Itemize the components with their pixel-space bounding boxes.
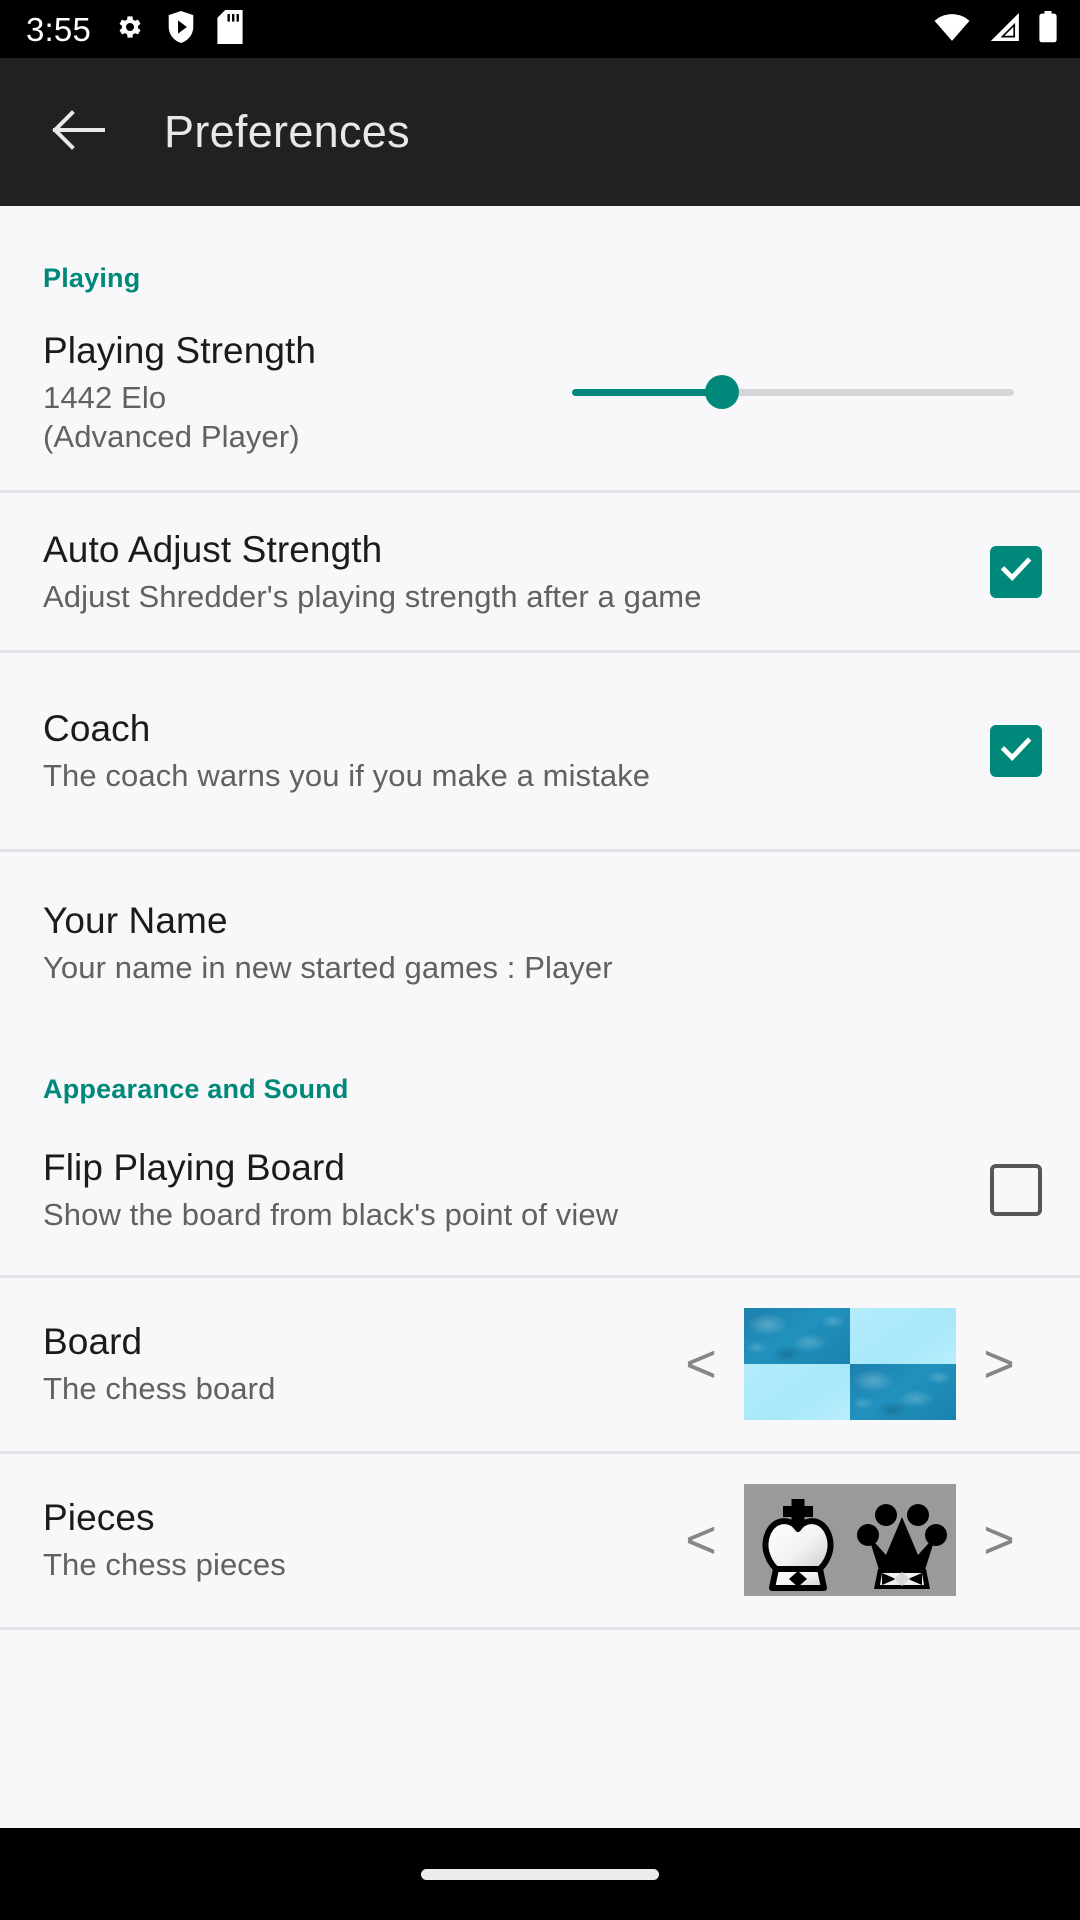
row-pieces[interactable]: Pieces The chess pieces < > <box>0 1454 1080 1627</box>
row-playing-strength[interactable]: Playing Strength 1442 Elo (Advanced Play… <box>0 294 1080 490</box>
wifi-icon <box>934 12 970 47</box>
slider-track[interactable] <box>572 375 1014 409</box>
board-next-button[interactable]: > <box>956 1321 1042 1407</box>
playing-strength-slider[interactable] <box>572 332 1042 452</box>
pieces-preview-swatch[interactable] <box>744 1484 956 1597</box>
board-square-light <box>850 1308 956 1365</box>
check-icon <box>997 730 1035 773</box>
board-picker: < > <box>658 1308 1042 1421</box>
shield-play-icon <box>167 10 195 48</box>
board-square-light <box>744 1364 850 1421</box>
board-preview-swatch[interactable] <box>744 1308 956 1421</box>
battery-icon <box>1038 10 1058 48</box>
checkbox-auto-adjust-strength[interactable] <box>990 545 1042 598</box>
row-your-name[interactable]: Your Name Your name in new started games… <box>0 852 1080 1014</box>
slider-fill <box>572 388 723 396</box>
row-coach[interactable]: Coach The coach warns you if you make a … <box>0 653 1080 849</box>
row-board-texts: Board The chess board <box>43 1293 658 1435</box>
cellular-signal-icon <box>987 12 1021 47</box>
board-square-dark <box>744 1308 850 1365</box>
row-board[interactable]: Board The chess board < > <box>0 1278 1080 1451</box>
app-bar: Preferences <box>0 58 1080 206</box>
pieces-next-button[interactable]: > <box>956 1497 1042 1583</box>
row-flip-playing-board[interactable]: Flip Playing Board Show the board from b… <box>0 1105 1080 1275</box>
pieces-previous-button[interactable]: < <box>658 1497 744 1583</box>
status-bar-clock: 3:55 <box>26 10 92 48</box>
row-subtitle: The chess board <box>43 1371 276 1407</box>
row-subtitle: Adjust Shredder's playing strength after… <box>43 578 702 614</box>
checkbox-flip-playing-board[interactable] <box>990 1163 1042 1216</box>
app-screen: 3:55 Preferences Playing Playing Strengt… <box>0 0 1080 1920</box>
row-subtitle: Show the board from black's point of vie… <box>43 1196 619 1232</box>
row-title: Pieces <box>43 1497 155 1539</box>
row-title: Board <box>43 1321 143 1363</box>
row-title: Flip Playing Board <box>43 1146 346 1188</box>
pieces-picker: < > <box>658 1484 1042 1597</box>
white-king-icon <box>748 1491 848 1596</box>
divider <box>0 1626 1080 1630</box>
row-auto-adjust-strength[interactable]: Auto Adjust Strength Adjust Shredder's p… <box>0 493 1080 650</box>
gear-icon <box>115 12 145 47</box>
row-flip-playing-board-texts: Flip Playing Board Show the board from b… <box>43 1119 962 1261</box>
status-bar-notification-icons <box>115 9 243 49</box>
sd-card-icon <box>217 9 243 49</box>
row-subtitle: The chess pieces <box>43 1547 286 1583</box>
system-navigation-bar <box>0 1828 1080 1920</box>
row-title: Coach <box>43 708 151 750</box>
row-playing-strength-texts: Playing Strength 1442 Elo (Advanced Play… <box>43 302 572 482</box>
slider-thumb[interactable] <box>705 375 740 409</box>
status-bar-system-icons <box>934 10 1058 48</box>
row-your-name-texts: Your Name Your name in new started games… <box>43 872 1042 1014</box>
row-auto-adjust-strength-texts: Auto Adjust Strength Adjust Shredder's p… <box>43 501 962 643</box>
preferences-list[interactable]: Playing Playing Strength 1442 Elo (Advan… <box>0 206 1080 1828</box>
row-pieces-texts: Pieces The chess pieces <box>43 1469 658 1611</box>
row-subtitle-level: (Advanced Player) <box>43 418 300 454</box>
board-square-dark <box>850 1364 956 1421</box>
back-arrow-icon <box>51 107 107 158</box>
row-title: Playing Strength <box>43 330 317 371</box>
status-bar: 3:55 <box>0 0 1080 58</box>
row-title: Auto Adjust Strength <box>43 528 383 570</box>
row-title: Your Name <box>43 900 228 941</box>
back-button[interactable] <box>42 95 116 169</box>
gesture-home-pill[interactable] <box>421 1868 659 1880</box>
row-coach-texts: Coach The coach warns you if you make a … <box>43 680 962 822</box>
row-subtitle-elo: 1442 Elo <box>43 380 167 416</box>
board-previous-button[interactable]: < <box>658 1321 744 1407</box>
page-title: Preferences <box>164 106 410 157</box>
checkbox-coach[interactable] <box>990 725 1042 777</box>
check-icon <box>997 550 1035 593</box>
section-header-playing: Playing <box>43 263 141 293</box>
row-subtitle: Your name in new started games : Player <box>43 950 613 986</box>
section-header-appearance-and-sound: Appearance and Sound <box>43 1073 349 1104</box>
row-subtitle: The coach warns you if you make a mistak… <box>43 758 651 794</box>
black-queen-icon <box>852 1491 952 1596</box>
